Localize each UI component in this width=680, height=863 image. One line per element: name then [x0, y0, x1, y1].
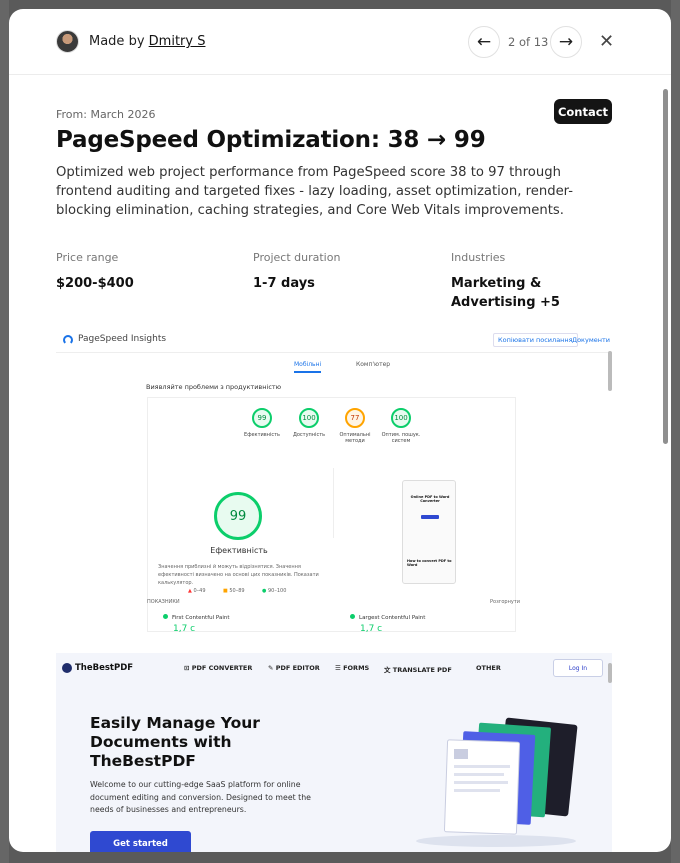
nav-label: PDF CONVERTER [191, 664, 253, 672]
meta-label: Price range [56, 251, 119, 264]
phone-preview: Online PDF to Word Converter How to conv… [402, 480, 456, 584]
documents-illustration [416, 717, 578, 847]
nav-forms: ☰ FORMS [335, 664, 370, 672]
modal-header: Made by Dmitry S ← 2 of 13 → ✕ [9, 9, 671, 75]
pager-text: 2 of 13 [508, 35, 549, 49]
psi-note: Значення приблизні й можуть відрізнятися… [158, 564, 319, 586]
pagespeed-screenshot[interactable]: PageSpeed Insights Копіювати посилання Д… [56, 327, 612, 632]
metric-lcp-value: 1,7 с [360, 624, 383, 632]
psi-report-card: 99 Ефективність 100 Доступність 77 Оптим… [147, 397, 516, 632]
hero-headline: Easily Manage Your Documents with TheBes… [90, 714, 260, 770]
score-label: Оптим. пошук. систем [381, 432, 421, 444]
phone-title: Online PDF to Word Converter [410, 495, 450, 503]
meta-value: 1-7 days [253, 276, 315, 291]
legend-label: 0–49 [193, 588, 206, 594]
close-icon: ✕ [599, 31, 615, 52]
metrics-header: ПОКАЗНИКИ [147, 599, 180, 605]
project-title: PageSpeed Optimization: 38 → 99 [56, 127, 486, 153]
big-score-label: Ефективність [210, 546, 268, 555]
contact-button[interactable]: Contact [554, 99, 612, 124]
nav-label: FORMS [343, 664, 370, 672]
legend-orange: ■ 50–89 [223, 588, 245, 594]
divider [333, 468, 334, 538]
thebestpdf-screenshot[interactable]: TheBestPDF ⊡ PDF CONVERTER ✎ PDF EDITOR … [56, 653, 612, 852]
project-date: From: March 2026 [56, 108, 156, 121]
author-block: Made by Dmitry S [56, 30, 205, 53]
meta-duration: Project duration 1-7 days [253, 251, 433, 293]
score-gauge: 99 [252, 408, 272, 428]
good-dot-icon [163, 614, 168, 619]
login-button: Log In [553, 659, 603, 677]
avatar[interactable] [56, 30, 79, 53]
nav-label: TRANSLATE PDF [392, 666, 452, 674]
inner-scrollbar [608, 351, 612, 391]
psi-docs-link: Документи [572, 336, 610, 344]
metric-label: First Contentful Paint [172, 615, 230, 621]
nav-pdf-converter: ⊡ PDF CONVERTER [184, 664, 253, 672]
metrics-expand: Розгорнути [490, 599, 520, 605]
psi-copy-link: Копіювати посилання [493, 333, 578, 347]
nav-label: PDF EDITOR [275, 664, 320, 672]
author-text: Made by Dmitry S [89, 34, 205, 49]
metric-fcp-value: 1,7 с [173, 624, 196, 632]
legend-green: ● 90–100 [262, 588, 287, 594]
background-left-edge [0, 0, 9, 863]
meta-industries: Industries Marketing & Advertising +5 [451, 251, 616, 312]
metric-lcp: Largest Contentful Paint [350, 614, 425, 621]
score-label: Доступність [292, 432, 326, 438]
score-gauge: 77 [345, 408, 365, 428]
psi-tab-desktop: Комп'ютер [356, 361, 391, 368]
metric-fcp: First Contentful Paint [163, 614, 230, 621]
legend-red: ▲ 0–49 [188, 588, 206, 594]
nav-other: OTHER [476, 664, 501, 672]
legend-label: 50–89 [229, 588, 245, 594]
previous-button[interactable]: ← [468, 26, 500, 58]
psi-header: PageSpeed Insights Копіювати посилання Д… [56, 327, 612, 353]
psi-app-name: PageSpeed Insights [78, 334, 167, 344]
close-button[interactable]: ✕ [599, 33, 614, 51]
get-started-button: Get started [90, 831, 191, 852]
modal-scrollbar[interactable] [663, 89, 668, 444]
metric-label: Largest Contentful Paint [359, 615, 426, 621]
phone-button [421, 515, 439, 519]
psi-check-label: Виявляйте проблеми з продуктивністю [146, 383, 282, 391]
score-label: Ефективність [244, 432, 280, 438]
background-right-edge [671, 0, 680, 863]
phone-subtitle: How to convert PDF to Word [407, 559, 452, 567]
score-gauge: 100 [391, 408, 411, 428]
nav-translate-pdf: 文 TRANSLATE PDF [384, 666, 452, 674]
big-score-gauge: 99 [214, 492, 262, 540]
psi-tab-mobile: Мобільні [294, 361, 322, 373]
good-dot-icon [350, 614, 355, 619]
arrow-right-icon: → [558, 32, 574, 52]
arrow-left-icon: ← [476, 32, 492, 52]
meta-label: Project duration [253, 251, 341, 264]
thebestpdf-brand: TheBestPDF [75, 663, 134, 673]
hero-subtext: Welcome to our cutting-edge SaaS platfor… [90, 780, 311, 814]
project-meta: Price range $200-$400 Project duration 1… [56, 251, 616, 311]
meta-price: Price range $200-$400 [56, 251, 236, 293]
thebestpdf-logo-icon [62, 663, 72, 673]
project-modal: Made by Dmitry S ← 2 of 13 → ✕ From: Mar… [9, 9, 671, 852]
meta-value[interactable]: Marketing & Advertising +5 [451, 274, 616, 312]
author-prefix: Made by [89, 34, 145, 49]
score-gauge: 100 [299, 408, 319, 428]
score-label: Оптимальні методи [339, 432, 371, 444]
project-description: Optimized web project performance from P… [56, 165, 574, 218]
next-button[interactable]: → [550, 26, 582, 58]
meta-label: Industries [451, 251, 506, 264]
meta-value: $200-$400 [56, 276, 134, 291]
author-link[interactable]: Dmitry S [149, 34, 206, 49]
pagespeed-logo-icon [63, 335, 73, 345]
inner-scrollbar [608, 663, 612, 683]
legend-label: 90–100 [267, 588, 287, 594]
nav-pdf-editor: ✎ PDF EDITOR [268, 664, 320, 672]
